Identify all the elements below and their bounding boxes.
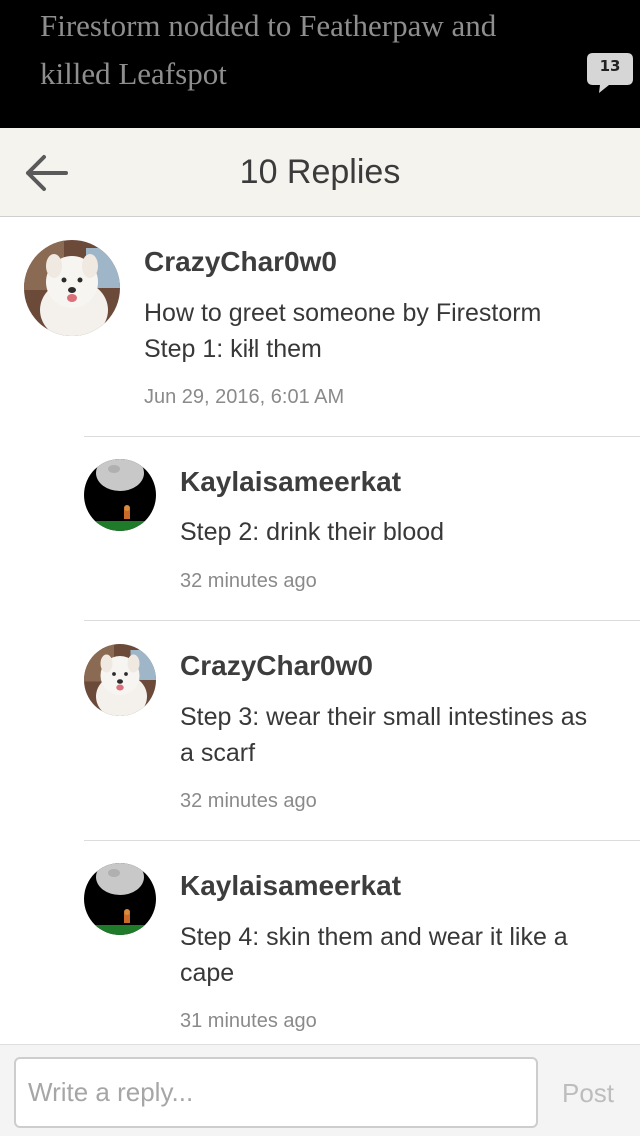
comment-timestamp: 31 minutes ago <box>180 1010 317 1032</box>
avatar[interactable] <box>24 240 120 336</box>
story-quote-banner: Firestorm nodded to Featherpaw and kille… <box>0 0 640 128</box>
comment-body-line: a scarf <box>180 739 256 767</box>
comment-body-line: Step 3: wear their small intestines as <box>180 703 588 731</box>
comment-body: How to greet someone by Firestorm Step 1… <box>144 295 624 367</box>
post-button[interactable]: Post <box>548 1065 628 1121</box>
reply-comment: CrazyChar0w0 Step 3: wear their small in… <box>0 621 640 840</box>
reply-bar: Post <box>0 1044 640 1136</box>
reply-comment: Kaylaisameerkat Step 4: skin them and we… <box>0 841 640 1044</box>
comment-timestamp: Jun 29, 2016, 6:01 AM <box>144 386 345 408</box>
parent-comment: CrazyChar0w0 How to greet someone by Fir… <box>0 217 640 437</box>
comment-count: 13 <box>599 57 621 75</box>
replies-header: 10 Replies <box>0 128 640 217</box>
comment-body: Step 3: wear their small intestines as a… <box>180 699 630 771</box>
comment-timestamp: 32 minutes ago <box>180 790 317 812</box>
avatar[interactable] <box>84 863 156 935</box>
comment-username[interactable]: CrazyChar0w0 <box>180 648 373 684</box>
comment-body: Step 2: drink their blood <box>180 514 620 550</box>
reply-input[interactable] <box>14 1057 538 1128</box>
avatar[interactable] <box>84 644 156 716</box>
moon-cat-avatar-image <box>84 459 156 531</box>
comment-username[interactable]: CrazyChar0w0 <box>144 244 337 280</box>
comment-body-line: cape <box>180 959 235 987</box>
comment-body-line: Step 4: skin them and wear it like a <box>180 923 568 951</box>
dog-avatar-image <box>24 240 120 336</box>
comment-count-button[interactable]: 13 <box>587 53 633 93</box>
comment-body-line: Step 1: kiłl them <box>144 335 322 363</box>
comment-body: Step 4: skin them and wear it like a cap… <box>180 919 630 991</box>
page-title: 10 Replies <box>239 153 401 191</box>
quote-text: Firestorm nodded to Featherpaw and kille… <box>40 2 580 98</box>
quote-line-2: killed Leafspot <box>40 56 227 91</box>
comment-timestamp: 32 minutes ago <box>180 570 317 592</box>
avatar[interactable] <box>84 459 156 531</box>
quote-line-1: Firestorm nodded to Featherpaw and <box>40 8 497 43</box>
moon-cat-avatar-image <box>84 863 156 935</box>
comment-username[interactable]: Kaylaisameerkat <box>180 464 401 500</box>
comment-body-line: Step 2: drink their blood <box>180 518 445 546</box>
comment-body-line: How to greet someone by Firestorm <box>144 299 542 327</box>
reply-comment: Kaylaisameerkat Step 2: drink their bloo… <box>0 437 640 620</box>
dog-avatar-image <box>84 644 156 716</box>
comment-username[interactable]: Kaylaisameerkat <box>180 868 401 904</box>
